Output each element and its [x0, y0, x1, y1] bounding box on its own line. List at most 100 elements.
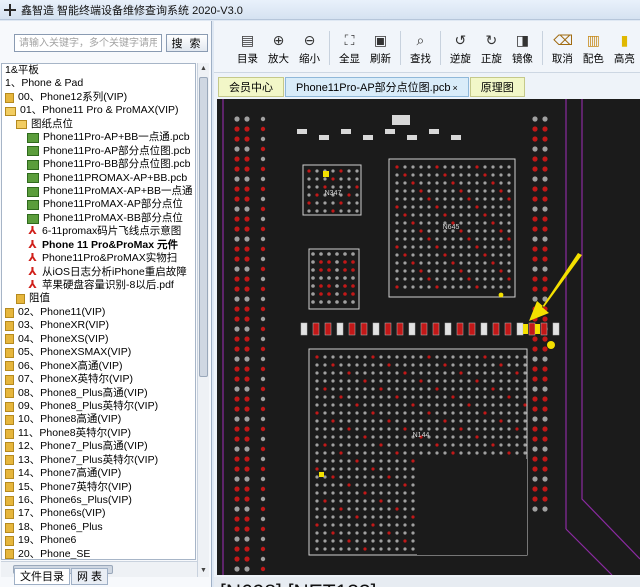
pcb-pad: [483, 427, 487, 431]
tree-item[interactable]: 08、Phone8_Plus高通(VIP): [2, 387, 195, 400]
tree-item[interactable]: 04、PhoneXS(VIP): [2, 333, 195, 346]
cancel-button[interactable]: ⌫ 取消: [547, 31, 578, 67]
search-input[interactable]: [14, 34, 162, 52]
tree-item[interactable]: 06、PhoneX高通(VIP): [2, 360, 195, 373]
pcb-pad: [335, 276, 339, 280]
scrollbar-thumb[interactable]: [199, 77, 208, 377]
tree-item[interactable]: ⅄ Phone11Pro&ProMAX实物扫: [2, 252, 195, 265]
tree-item[interactable]: Phone11PROMAX-AP+BB.pcb: [2, 172, 195, 185]
tree-item[interactable]: 02、Phone11(VIP): [2, 306, 195, 319]
pcb-pad: [260, 566, 266, 572]
mirror-button[interactable]: ◨ 镜像: [507, 31, 538, 67]
tree-item[interactable]: 20、Phone_SE: [2, 548, 195, 559]
tree-item[interactable]: 03、PhoneXR(VIP): [2, 319, 195, 332]
scroll-up-icon[interactable]: ▲: [198, 63, 209, 75]
pcb-pad: [427, 261, 431, 265]
tree-item-label: Phone11PROMAX-AP+BB.pcb: [43, 171, 188, 184]
document-tab[interactable]: Phone11Pro-AP部分点位图.pcb ×: [285, 77, 469, 97]
pcb-pad: [403, 403, 407, 407]
pcb-pad: [419, 411, 423, 415]
tree-item[interactable]: 15、Phone7英特尔(VIP): [2, 481, 195, 494]
tree-item[interactable]: 01、Phone11 Pro & ProMAX(VIP): [2, 104, 195, 117]
pcb-pad: [335, 300, 339, 304]
toolbar-separator: [439, 31, 441, 65]
cancel-icon: ⌫: [553, 32, 574, 48]
tree-item[interactable]: Phone11ProMAX-AP部分点位: [2, 198, 195, 211]
tree-item[interactable]: 10、Phone8高通(VIP): [2, 413, 195, 426]
pcb-pad: [323, 491, 327, 495]
pcb-pad: [347, 475, 351, 479]
pcb-canvas[interactable]: N347 N645 N144: [217, 99, 640, 575]
pcb-pad: [311, 268, 315, 272]
tree-item[interactable]: 17、Phone6s(VIP): [2, 507, 195, 520]
pcb-pad: [315, 443, 319, 447]
pcb-pad: [483, 197, 487, 201]
tab-file-directory[interactable]: 文件目录: [14, 568, 70, 585]
pcb-pad: [542, 486, 548, 492]
tree-item[interactable]: 1、Phone & Pad: [2, 77, 195, 90]
pcb-pad: [532, 396, 538, 402]
tree-item[interactable]: ⅄ 从iOS日志分析iPhone重启故障: [2, 266, 195, 279]
zoom-out-button[interactable]: ⊖ 缩小: [294, 31, 325, 67]
tree-item[interactable]: ⅄ 6-11promax码片飞线点示意图: [2, 225, 195, 238]
tree-item[interactable]: 图纸点位: [2, 118, 195, 131]
pcb-pad: [443, 253, 447, 257]
document-tab[interactable]: 原理图: [469, 77, 525, 97]
tree-item[interactable]: 14、Phone7高通(VIP): [2, 467, 195, 480]
tab-netlist[interactable]: 网 表: [71, 568, 109, 585]
find-button[interactable]: ⌕ 查找: [405, 31, 436, 67]
tree-item[interactable]: 16、Phone6s_Plus(VIP): [2, 494, 195, 507]
tree-item[interactable]: 13、Phone7_Plus英特尔(VIP): [2, 454, 195, 467]
tree-item[interactable]: 05、PhoneXSMAX(VIP): [2, 346, 195, 359]
tree-item-label: 1&平板: [5, 64, 39, 76]
pcb-file-icon: [27, 159, 39, 170]
tree-item[interactable]: 11、Phone8英特尔(VIP): [2, 427, 195, 440]
search-button[interactable]: 搜 索: [166, 34, 208, 52]
tree-vertical-scrollbar[interactable]: ▲ ▼: [197, 63, 209, 577]
rotate-cw-button[interactable]: ↻ 正旋: [476, 31, 507, 67]
tree-item[interactable]: Phone11ProMAX-AP+BB一点通: [2, 185, 195, 198]
pcb-pad: [331, 177, 335, 181]
pcb-pad: [475, 435, 479, 439]
tree-item[interactable]: Phone11Pro-AP+BB一点通.pcb: [2, 131, 195, 144]
tree-item[interactable]: 07、PhoneX英特尔(VIP): [2, 373, 195, 386]
pcb-pad: [371, 475, 375, 479]
pcb-pad: [427, 403, 431, 407]
tree-item[interactable]: 09、Phone8_Plus英特尔(VIP): [2, 400, 195, 413]
tree-item[interactable]: 12、Phone7_Plus高通(VIP): [2, 440, 195, 453]
catalog-button[interactable]: ▤ 目录: [232, 31, 263, 67]
tree-item[interactable]: 19、Phone6: [2, 534, 195, 547]
tree-item[interactable]: ⅄ Phone 11 Pro&ProMax 元件: [2, 239, 195, 252]
file-tree[interactable]: 1&平板 1、Phone & Pad 00、Phone12系列(VIP) 01、Pho…: [1, 63, 196, 560]
pcb-pad: [451, 419, 455, 423]
pcb-pad: [244, 396, 250, 402]
tree-item[interactable]: ⅄ 苹果硬盘容量识别-8以后.pdf: [2, 279, 195, 292]
pcb-pad: [403, 491, 407, 495]
rotate-ccw-button[interactable]: ↺ 逆旋: [445, 31, 476, 67]
pcb-pad: [351, 252, 355, 256]
refresh-button[interactable]: ▣ 刷新: [365, 31, 396, 67]
pcb-pad: [327, 252, 331, 256]
tree-item[interactable]: Phone11ProMAX-BB部分点位: [2, 212, 195, 225]
fit-all-button[interactable]: ⛶ 全显: [334, 31, 365, 67]
document-tab[interactable]: 会员中心: [218, 77, 284, 97]
tree-item[interactable]: 阻值: [2, 292, 195, 305]
pcb-pad: [403, 499, 407, 503]
pcb-pad: [234, 566, 240, 572]
pcb-pad: [499, 237, 503, 241]
pcb-pad: [435, 189, 439, 193]
pcb-pad: [451, 197, 455, 201]
tree-item[interactable]: Phone11Pro-BB部分点位图.pcb: [2, 158, 195, 171]
zoom-in-button[interactable]: ⊕ 放大: [263, 31, 294, 67]
tree-item[interactable]: Phone11Pro-AP部分点位图.pcb: [2, 145, 195, 158]
pcb-pad: [411, 531, 415, 535]
tree-item[interactable]: 18、Phone6_Plus: [2, 521, 195, 534]
tree-item[interactable]: 1&平板: [2, 64, 195, 77]
color-scheme-button[interactable]: ▥ 配色: [578, 31, 609, 67]
close-icon[interactable]: ×: [452, 83, 457, 93]
scroll-down-icon[interactable]: ▼: [198, 565, 209, 577]
pcb-pad: [311, 300, 315, 304]
pcb-pad: [315, 539, 319, 543]
tree-item[interactable]: 00、Phone12系列(VIP): [2, 91, 195, 104]
highlight-button[interactable]: ▮ 高亮: [609, 31, 640, 67]
